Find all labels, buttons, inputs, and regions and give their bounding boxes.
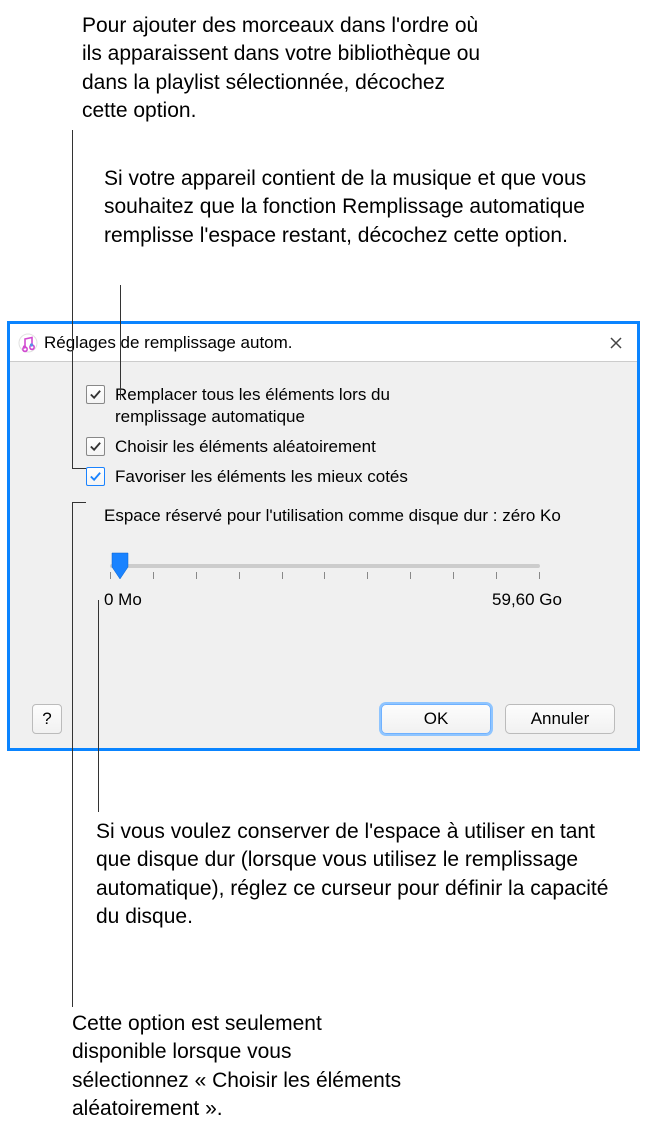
ok-button[interactable]: OK: [381, 704, 491, 734]
callout-leader: [72, 468, 86, 469]
checkbox-replace-all[interactable]: [86, 385, 105, 404]
checkmark-icon: [89, 440, 102, 453]
checkbox-favor-higher-rated[interactable]: [86, 467, 105, 486]
autofill-settings-dialog: Réglages de remplissage autom. Remplacer…: [7, 321, 640, 751]
slider-ticks: [110, 572, 540, 580]
checkbox-favor-rated-label: Favoriser les éléments les mieux cotés: [115, 466, 408, 488]
checkmark-icon: [89, 470, 102, 483]
itunes-icon: [18, 333, 38, 353]
checkbox-row-favor-rated: Favoriser les éléments les mieux cotés: [86, 466, 609, 488]
close-button[interactable]: [603, 330, 629, 356]
callout-leader: [72, 130, 73, 468]
dialog-title: Réglages de remplissage autom.: [44, 333, 293, 353]
callout-text-1: Pour ajouter des morceaux dans l'ordre o…: [82, 12, 482, 125]
callout-leader: [120, 285, 121, 400]
slider-min-label: 0 Mo: [104, 590, 142, 610]
slider-track: [110, 564, 540, 568]
cancel-button[interactable]: Annuler: [505, 704, 615, 734]
callout-text-2: Si votre appareil contient de la musique…: [104, 165, 634, 250]
dialog-titlebar: Réglages de remplissage autom.: [10, 324, 637, 362]
checkbox-row-random: Choisir les éléments aléatoirement: [86, 436, 609, 458]
callout-text-3: Si vous voulez conserver de l'espace à u…: [96, 818, 626, 931]
callout-text-4: Cette option est seulement disponible lo…: [72, 1010, 412, 1123]
close-icon: [609, 336, 623, 350]
checkbox-row-replace: Remplacer tous les éléments lors du remp…: [86, 384, 609, 428]
checkbox-choose-randomly[interactable]: [86, 437, 105, 456]
callout-leader: [72, 502, 73, 1007]
checkmark-icon: [89, 388, 102, 401]
callout-leader: [72, 502, 86, 503]
slider-max-label: 59,60 Go: [492, 590, 562, 610]
help-button[interactable]: ?: [32, 704, 62, 734]
reserve-space-label: Espace réservé pour l'utilisation comme …: [104, 506, 609, 526]
slider-thumb[interactable]: [111, 552, 129, 582]
reserve-space-slider[interactable]: 0 Mo 59,60 Go: [110, 548, 540, 608]
callout-leader: [98, 600, 99, 812]
checkbox-replace-label: Remplacer tous les éléments lors du remp…: [115, 384, 455, 428]
checkbox-random-label: Choisir les éléments aléatoirement: [115, 436, 376, 458]
